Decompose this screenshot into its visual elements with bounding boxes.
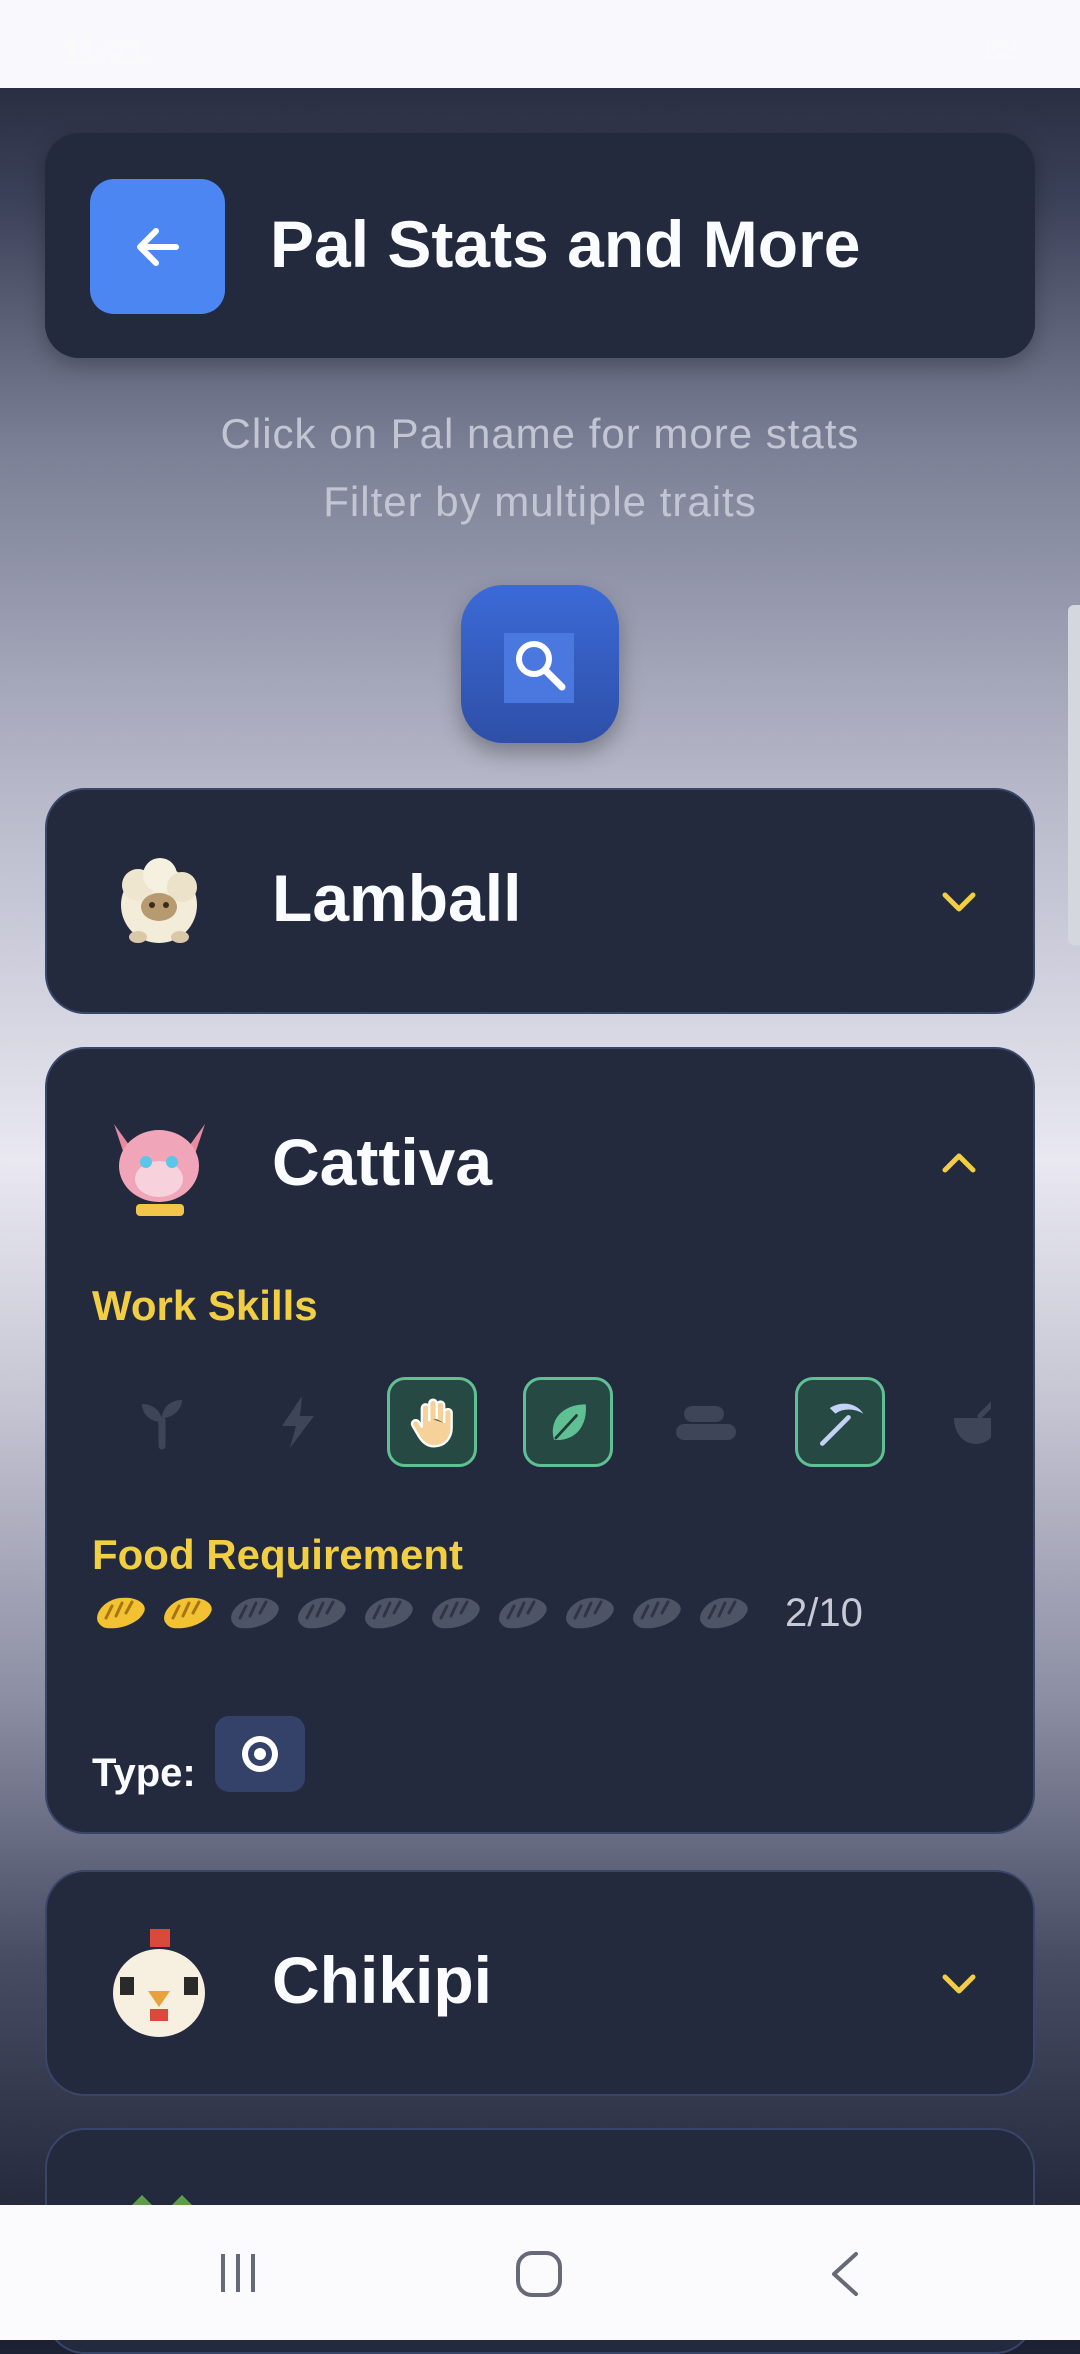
bowl-icon: [954, 1401, 991, 1444]
food-icon-empty: [499, 1597, 547, 1629]
scrollbar[interactable]: [1068, 605, 1080, 945]
home-icon[interactable]: [515, 2250, 563, 2298]
food-icon-empty: [432, 1597, 480, 1629]
work-skill-handiwork: [387, 1377, 477, 1467]
work-skill-planting: [117, 1377, 207, 1467]
cattiva-avatar: [114, 1124, 205, 1216]
chevron-down-icon[interactable]: [937, 880, 981, 924]
sprout-icon: [142, 1400, 182, 1450]
pal-card-cattiva[interactable]: Cattiva Work Skills Food Requirement 2/1…: [45, 1047, 1035, 1834]
food-icon-empty: [231, 1597, 279, 1629]
battery-indicator: 82: [984, 34, 1018, 67]
work-skill-mining: [795, 1377, 885, 1467]
back-button[interactable]: [90, 179, 225, 314]
system-navbar: [0, 2205, 1080, 2340]
chevron-down-icon[interactable]: [937, 1962, 981, 2006]
chikipi-avatar: [113, 1929, 205, 2037]
search-button[interactable]: [461, 585, 619, 743]
work-skill-gathering: [523, 1377, 613, 1467]
pickaxe-icon: [820, 1403, 864, 1446]
lumber-icon: [676, 1406, 736, 1440]
page-title: Pal Stats and More: [270, 207, 861, 281]
status-bar: 11:21 82: [0, 0, 1080, 88]
food-icon-filled: [97, 1597, 145, 1629]
search-icon: [516, 641, 566, 691]
food-icon-empty: [298, 1597, 346, 1629]
pal-card-chikipi[interactable]: Chikipi: [45, 1870, 1035, 2096]
leaf-icon: [552, 1404, 586, 1440]
app-header: Pal Stats and More: [45, 133, 1035, 358]
arrow-left-icon: [137, 228, 179, 266]
food-count: 2/10: [785, 1591, 863, 1635]
pal-card-lamball[interactable]: Lamball: [45, 788, 1035, 1014]
food-icon-filled: [164, 1597, 212, 1629]
pal-name[interactable]: Lamball: [272, 860, 521, 936]
type-badge: [215, 1716, 305, 1792]
type-label: Type:: [92, 1751, 196, 1795]
lightning-icon: [282, 1396, 314, 1448]
food-icon-empty: [365, 1597, 413, 1629]
lamball-avatar: [121, 858, 197, 943]
hand-icon: [410, 1398, 453, 1448]
chevron-up-icon[interactable]: [937, 1141, 981, 1185]
food-icon-empty: [566, 1597, 614, 1629]
status-time: 11:21: [62, 34, 148, 72]
hint-text-stats: Click on Pal name for more stats: [220, 410, 860, 457]
food-icon-empty: [633, 1597, 681, 1629]
work-skill-cooling: [931, 1377, 991, 1467]
food-requirement-title: Food Requirement: [92, 1531, 464, 1578]
recent-apps-icon[interactable]: [215, 2250, 261, 2296]
pal-name[interactable]: Chikipi: [272, 1942, 492, 2018]
food-icon-empty: [700, 1597, 748, 1629]
pal-name[interactable]: Cattiva: [272, 1124, 492, 1200]
back-icon[interactable]: [822, 2250, 868, 2298]
work-skill-lumbering: [659, 1377, 749, 1467]
hint-text-filter: Filter by multiple traits: [323, 478, 757, 525]
work-skills-title: Work Skills: [92, 1282, 318, 1329]
neutral-element-icon: [242, 1736, 278, 1772]
work-skill-electricity: [253, 1377, 343, 1467]
